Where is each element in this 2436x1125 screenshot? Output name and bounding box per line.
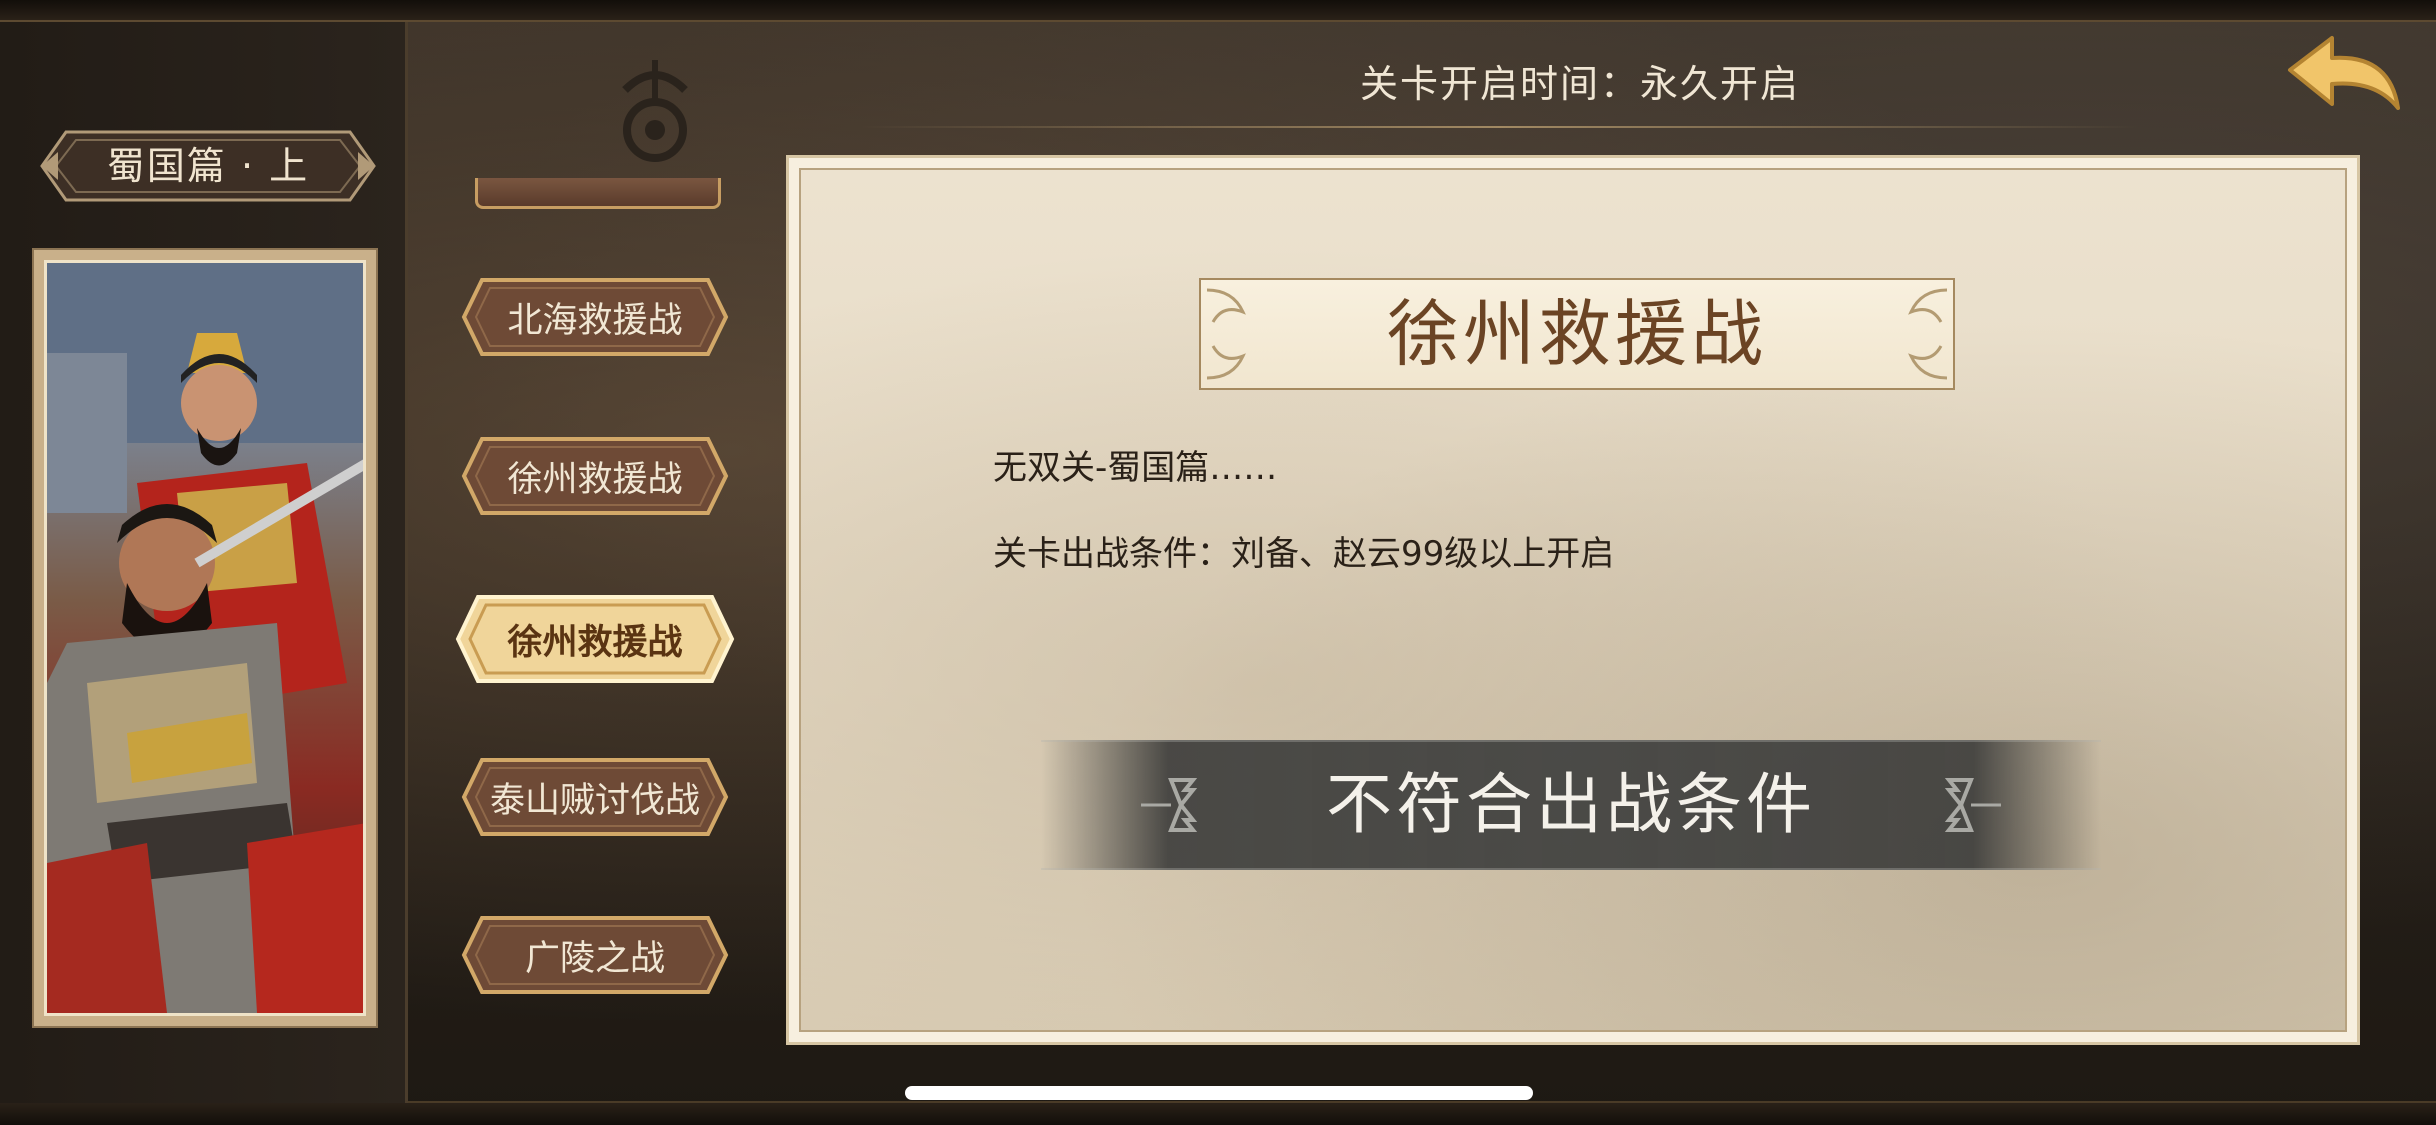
chapter-title: 蜀国篇 · 上: [106, 144, 310, 188]
stage-button-partial[interactable]: [475, 178, 721, 209]
status-ornament-right: [1944, 778, 2001, 832]
stage-detail-content: 徐州救援战 无双关-蜀国篇…… 关卡出战条件：刘备、赵云99级以上开启 不符合出…: [799, 168, 2347, 1032]
stage-button-4[interactable]: 泰山贼讨伐战: [460, 756, 730, 838]
stage-button-2[interactable]: 徐州救援战: [460, 435, 730, 517]
back-arrow-icon: [2288, 36, 2400, 110]
stage-button-3-selected[interactable]: 徐州救援战: [454, 593, 736, 685]
stage-label: 北海救援战: [507, 300, 683, 341]
chapter-badge: 蜀国篇 · 上: [36, 126, 380, 206]
title-corner-ornament-right: [1908, 288, 1948, 380]
home-indicator[interactable]: [905, 1086, 1533, 1100]
header-divider: [860, 126, 2140, 128]
stage-list: 北海救援战 徐州救援战 徐州救援战 泰山贼讨伐战 广陵之战: [430, 150, 760, 1020]
back-button[interactable]: [2280, 28, 2408, 128]
hero-illustration: [47, 263, 363, 1013]
status-bar: 不符合出战条件: [1041, 740, 2101, 870]
hero-portrait: [44, 260, 366, 1016]
stage-label: 泰山贼讨伐战: [489, 780, 700, 821]
top-border: [0, 0, 2436, 22]
stage-button-5[interactable]: 广陵之战: [460, 914, 730, 996]
title-corner-ornament-left: [1206, 288, 1246, 380]
hero-portrait-frame: [32, 248, 378, 1028]
stage-label: 徐州救援战: [507, 459, 683, 500]
stage-condition: 关卡出战条件：刘备、赵云99级以上开启: [993, 534, 1615, 574]
stage-detail-card: 徐州救援战 无双关-蜀国篇…… 关卡出战条件：刘备、赵云99级以上开启 不符合出…: [786, 155, 2360, 1045]
open-time-text: 关卡开启时间：永久开启: [1359, 62, 1800, 106]
stage-description: 无双关-蜀国篇……: [993, 448, 1278, 488]
bottom-border: [0, 1101, 2436, 1125]
stage-button-1[interactable]: 北海救援战: [460, 276, 730, 358]
stage-label: 广陵之战: [524, 938, 665, 979]
stage-title: 徐州救援战: [1199, 278, 1955, 390]
stage-label: 徐州救援战: [507, 622, 683, 663]
left-panel: 蜀国篇 · 上: [0, 22, 408, 1103]
